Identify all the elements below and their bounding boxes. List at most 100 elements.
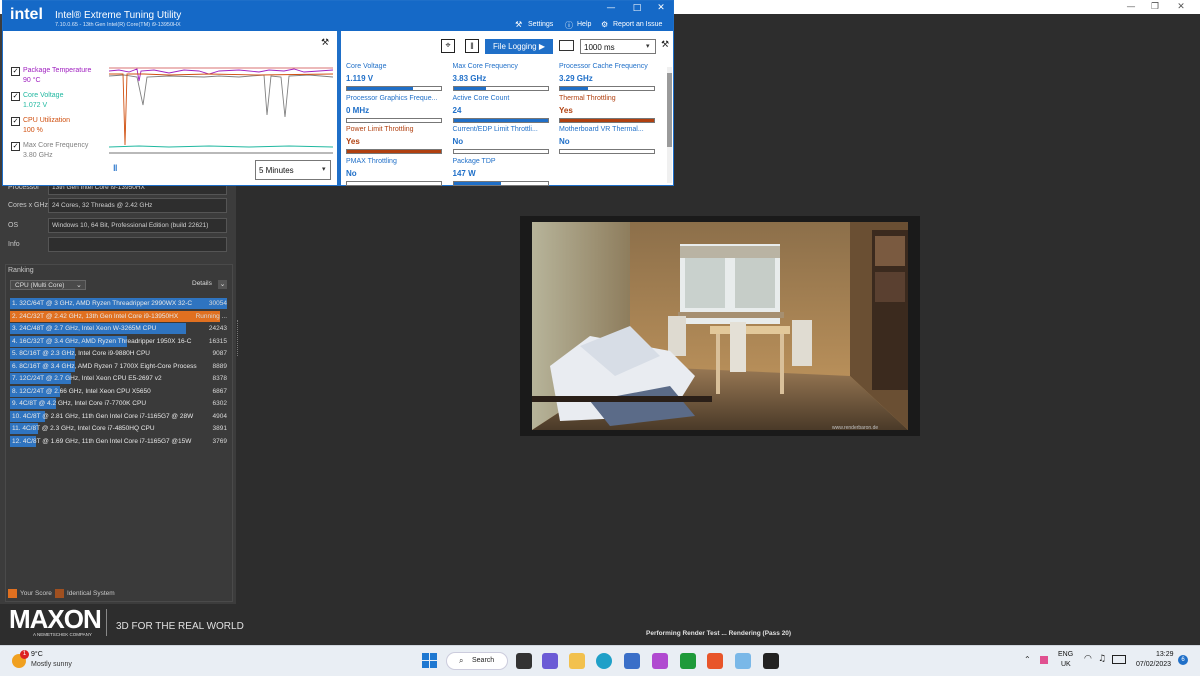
tile-value: No bbox=[452, 137, 464, 146]
edge-icon[interactable] bbox=[596, 653, 612, 669]
xtu-maximize-icon[interactable]: □ bbox=[627, 1, 647, 15]
tray-app-icon[interactable] bbox=[1040, 656, 1048, 664]
ranking-row[interactable]: 10. 4C/8T @ 2.81 GHz, 11th Gen Intel Cor… bbox=[10, 410, 227, 422]
brave-icon[interactable] bbox=[707, 653, 723, 669]
ranking-dropdown[interactable]: CPU (Multi Core) ⌄ bbox=[10, 280, 86, 290]
legend-name: Package Temperature bbox=[23, 67, 92, 74]
monitor-tile[interactable]: Power Limit Throttling Yes bbox=[346, 126, 442, 156]
legend-checkbox[interactable]: ✓ bbox=[11, 92, 20, 101]
ranking-row[interactable]: 6. 8C/16T @ 3.4 GHz, AMD Ryzen 7 1700X E… bbox=[10, 360, 227, 372]
monitor-tile[interactable]: Current/EDP Limit Throttli... No bbox=[452, 126, 549, 156]
ranking-score: 24243 bbox=[208, 325, 227, 332]
xtu-minimize-icon[interactable]: — bbox=[601, 1, 621, 15]
folder-icon[interactable] bbox=[559, 40, 574, 51]
clock-date[interactable]: 07/02/2023 bbox=[1136, 661, 1171, 668]
legend-checkbox[interactable]: ✓ bbox=[11, 117, 20, 126]
legend-checkbox[interactable]: ✓ bbox=[11, 142, 20, 151]
ranking-title: Ranking bbox=[8, 267, 34, 274]
wifi-icon[interactable]: ◠ bbox=[1084, 654, 1092, 664]
ranking-row[interactable]: 2. 24C/32T @ 2.42 GHz, 13th Gen Intel Co… bbox=[10, 310, 227, 322]
notification-badge[interactable]: 6 bbox=[1178, 655, 1188, 665]
monitor-tile[interactable]: Processor Cache Frequency 3.29 GHz bbox=[559, 63, 655, 93]
restore-icon[interactable]: ❐ bbox=[1142, 0, 1168, 14]
ranking-dropdown-label: CPU (Multi Core) bbox=[15, 282, 65, 289]
tile-label: Package TDP bbox=[452, 157, 496, 165]
tile-label: Current/EDP Limit Throttli... bbox=[452, 126, 538, 133]
ranking-label: 8. 12C/24T @ 2.66 GHz, Intel Xeon CPU X5… bbox=[12, 387, 151, 395]
pause-monitor-icon[interactable]: ‖ bbox=[465, 39, 479, 53]
ranking-row[interactable]: 4. 16C/32T @ 3.4 GHz, AMD Ryzen Threadri… bbox=[10, 335, 227, 347]
interval-select[interactable]: 1000 ms ▾ bbox=[580, 39, 656, 54]
ranking-row[interactable]: 8. 12C/24T @ 2.66 GHz, Intel Xeon CPU X5… bbox=[10, 385, 227, 397]
language[interactable]: ENG bbox=[1058, 651, 1073, 658]
tile-value: Yes bbox=[559, 105, 573, 115]
compact-view-icon[interactable]: ⌖ bbox=[441, 39, 455, 53]
tile-value: Yes bbox=[346, 137, 360, 146]
ranking-row[interactable]: 9. 4C/8T @ 4.2 GHz, Intel Core i7-7700K … bbox=[10, 398, 227, 409]
xtu-app-icon[interactable] bbox=[735, 653, 751, 669]
tile-bar bbox=[559, 117, 655, 123]
pause-graph-icon[interactable]: ‖ bbox=[113, 163, 125, 173]
taskbar-search[interactable]: ⌕ Search bbox=[446, 652, 508, 670]
monitor-tile[interactable]: Motherboard VR Thermal... No bbox=[559, 126, 655, 156]
cinebench-app-icon[interactable] bbox=[763, 653, 779, 669]
report-issue-link[interactable]: Report an Issue bbox=[613, 21, 662, 28]
xtu-close-icon[interactable]: ✕ bbox=[651, 1, 671, 15]
task-view-icon[interactable] bbox=[516, 653, 532, 669]
file-logging-button[interactable]: File Logging ▶ bbox=[485, 39, 553, 54]
region[interactable]: UK bbox=[1061, 661, 1071, 668]
help-link[interactable]: Help bbox=[577, 21, 591, 28]
xbox-icon[interactable] bbox=[680, 653, 696, 669]
monitor-tile[interactable]: Thermal Throttling Yes bbox=[559, 95, 655, 125]
monitor-tile[interactable]: Processor Graphics Freque... 0 MHz bbox=[346, 95, 442, 125]
minimize-icon[interactable]: — bbox=[1118, 0, 1144, 14]
legend-checkbox[interactable]: ✓ bbox=[11, 67, 20, 76]
monitor-tile[interactable]: PMAX Throttling No bbox=[346, 158, 442, 188]
monitor-tile[interactable]: Package TDP 147 W bbox=[452, 157, 549, 188]
ranking-row[interactable]: 3. 24C/48T @ 2.7 GHz, Intel Xeon W-3265M… bbox=[10, 323, 227, 334]
store-icon[interactable] bbox=[624, 653, 640, 669]
settings-link[interactable]: Settings bbox=[528, 21, 553, 28]
close-icon[interactable]: ✕ bbox=[1168, 0, 1194, 14]
ranking-row[interactable]: 11. 4C/8T @ 2.3 GHz, Intel Core i7-4850H… bbox=[10, 423, 227, 434]
tray-chevron-up-icon[interactable]: ⌃ bbox=[1024, 655, 1031, 664]
tile-label: Active Core Count bbox=[452, 94, 510, 102]
tile-label: Processor Cache Frequency bbox=[559, 63, 648, 70]
file-explorer-icon[interactable] bbox=[569, 653, 585, 669]
monitor-settings-wrench-icon[interactable]: ⚒ bbox=[661, 40, 669, 50]
info-label: Cores x GHz bbox=[8, 202, 49, 209]
time-range-select[interactable]: 5 Minutes ▾ bbox=[255, 160, 331, 180]
weather-temp[interactable]: 9°C bbox=[31, 651, 43, 658]
splitter-handle[interactable] bbox=[237, 320, 241, 356]
info-input[interactable] bbox=[48, 237, 227, 252]
monitor-tile[interactable]: Max Core Frequency 3.83 GHz bbox=[452, 63, 549, 93]
ranking-row[interactable]: 12. 4C/8T @ 1.69 GHz, 11th Gen Intel Cor… bbox=[10, 435, 227, 447]
scrollbar[interactable] bbox=[667, 67, 672, 183]
graph-settings-wrench-icon[interactable]: ⚒ bbox=[321, 38, 329, 48]
tile-value: 1.119 V bbox=[346, 74, 374, 83]
tile-bar-fill bbox=[453, 87, 487, 90]
details-button[interactable]: Details bbox=[192, 280, 212, 287]
bug-icon: ⚙ bbox=[601, 20, 609, 29]
start-icon[interactable] bbox=[422, 653, 438, 669]
chat-icon[interactable] bbox=[542, 653, 558, 669]
scrollbar-thumb[interactable] bbox=[667, 73, 672, 147]
ranking-score: 4904 bbox=[212, 412, 227, 420]
legend-value: 90 °C bbox=[23, 77, 41, 84]
media-player-icon[interactable] bbox=[652, 653, 668, 669]
clock-time[interactable]: 13:29 bbox=[1156, 651, 1174, 658]
tile-bar bbox=[559, 149, 655, 154]
ranking-score: 9087 bbox=[212, 350, 227, 357]
volume-icon[interactable]: ♫ bbox=[1098, 654, 1106, 664]
ranking-row[interactable]: 7. 12C/24T @ 2.7 GHz, Intel Xeon CPU E5-… bbox=[10, 373, 227, 384]
battery-icon[interactable] bbox=[1112, 655, 1126, 664]
monitor-tile[interactable]: Core Voltage 1.119 V bbox=[346, 63, 442, 93]
ranking-label: 10. 4C/8T @ 2.81 GHz, 11th Gen Intel Cor… bbox=[12, 412, 194, 420]
weather-desc[interactable]: Mostly sunny bbox=[31, 661, 72, 668]
monitor-tile[interactable]: Active Core Count 24 bbox=[452, 94, 549, 125]
ranking-score: 3891 bbox=[212, 425, 227, 432]
ranking-row[interactable]: 1. 32C/64T @ 3 GHz, AMD Ryzen Threadripp… bbox=[10, 298, 227, 309]
ranking-score: 30054 bbox=[208, 300, 227, 307]
details-chevron-icon[interactable]: ⌄ bbox=[218, 280, 227, 289]
ranking-row[interactable]: 5. 8C/16T @ 2.3 GHz, Intel Core i9-9880H… bbox=[10, 348, 227, 359]
